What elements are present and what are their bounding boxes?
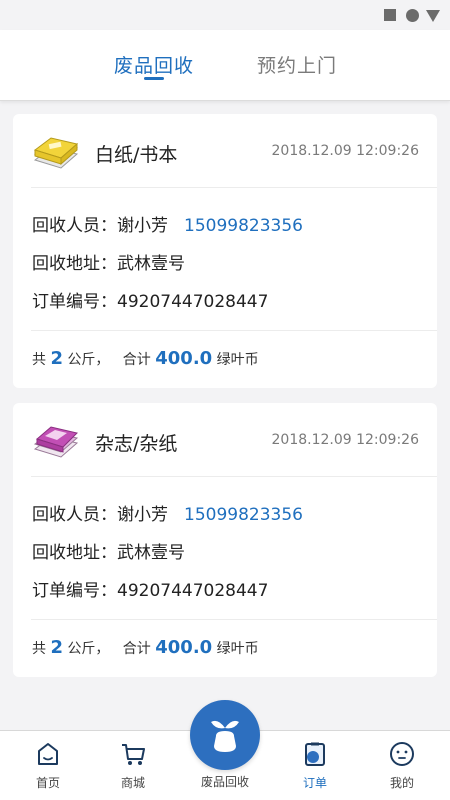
nav-label: 我的	[389, 776, 414, 790]
order-number-value: 49207447028447	[117, 581, 269, 601]
total-label: 合计	[122, 352, 151, 368]
total-value: 400.0	[155, 637, 213, 658]
recycle-center-button[interactable]	[190, 700, 260, 770]
nav-item-shop[interactable]: 商城	[88, 731, 178, 800]
nav-item-me[interactable]: 我的	[357, 731, 447, 800]
cart-icon	[122, 744, 145, 765]
paper-stack-icon	[33, 137, 79, 169]
nav-item-home[interactable]: 首页	[3, 731, 93, 800]
weight-value: 2	[50, 348, 63, 369]
address-label: 回收地址：	[32, 543, 117, 563]
home-icon	[38, 743, 58, 765]
top-tab-bar: 废品回收 预约上门	[0, 30, 450, 101]
divider	[31, 476, 437, 477]
address-row: 回收地址：武林壹号	[32, 249, 185, 274]
divider	[31, 330, 437, 331]
divider	[31, 619, 437, 620]
divider	[31, 187, 437, 188]
total-value: 400.0	[155, 348, 213, 369]
order-summary: 共 2 公斤， 合计 400.0 绿叶币	[32, 348, 259, 369]
summary-prefix: 共	[32, 352, 46, 368]
collector-phone-link[interactable]: 15099823356	[184, 505, 303, 525]
nav-label-recycle: 废品回收	[200, 775, 249, 789]
order-number-value: 49207447028447	[117, 292, 269, 312]
collector-row: 回收人员：谢小芳 15099823356	[32, 500, 303, 525]
order-time: 2018.12.09 12:09:26	[271, 432, 420, 448]
collector-name: 谢小芳	[117, 216, 168, 236]
order-summary: 共 2 公斤， 合计 400.0 绿叶币	[32, 637, 259, 658]
address-value: 武林壹号	[117, 254, 185, 274]
recent-apps-icon	[384, 9, 396, 21]
summary-prefix: 共	[32, 641, 46, 657]
currency-label: 绿叶币	[216, 641, 259, 657]
home-circle-icon	[406, 9, 419, 22]
nav-label: 首页	[35, 776, 60, 790]
weight-value: 2	[50, 637, 63, 658]
active-tab-indicator	[144, 77, 164, 80]
order-number-label: 订单编号：	[32, 581, 117, 601]
nav-label: 商城	[120, 776, 145, 790]
address-row: 回收地址：武林壹号	[32, 538, 185, 563]
collector-label: 回收人员：	[32, 505, 117, 525]
total-label: 合计	[122, 641, 151, 657]
collector-phone-link[interactable]: 15099823356	[184, 216, 303, 236]
order-number-row: 订单编号：49207447028447	[32, 576, 268, 601]
weight-unit: 公斤，	[67, 352, 110, 368]
order-time: 2018.12.09 12:09:26	[271, 143, 420, 159]
order-card[interactable]: 白纸/书本 2018.12.09 12:09:26 回收人员：谢小芳 150998…	[13, 114, 437, 388]
nav-label: 订单	[302, 776, 327, 790]
tab-appointment[interactable]: 预约上门	[257, 51, 337, 78]
order-icon	[305, 742, 325, 766]
collector-row: 回收人员：谢小芳 15099823356	[32, 211, 303, 236]
nav-item-orders[interactable]: 订单	[270, 731, 360, 800]
order-number-row: 订单编号：49207447028447	[32, 287, 268, 312]
magazine-icon	[33, 426, 79, 458]
order-category: 杂志/杂纸	[95, 433, 178, 455]
order-card[interactable]: 杂志/杂纸 2018.12.09 12:09:26 回收人员：谢小芳 150998…	[13, 403, 437, 677]
status-bar	[0, 0, 450, 30]
sprout-bag-icon	[211, 720, 239, 752]
tab-recycle[interactable]: 废品回收	[114, 51, 194, 78]
face-icon	[390, 742, 414, 766]
order-number-label: 订单编号：	[32, 292, 117, 312]
back-triangle-icon	[426, 10, 440, 22]
weight-unit: 公斤，	[67, 641, 110, 657]
address-value: 武林壹号	[117, 543, 185, 563]
order-category: 白纸/书本	[95, 144, 178, 166]
collector-label: 回收人员：	[32, 216, 117, 236]
collector-name: 谢小芳	[117, 505, 168, 525]
currency-label: 绿叶币	[216, 352, 259, 368]
address-label: 回收地址：	[32, 254, 117, 274]
